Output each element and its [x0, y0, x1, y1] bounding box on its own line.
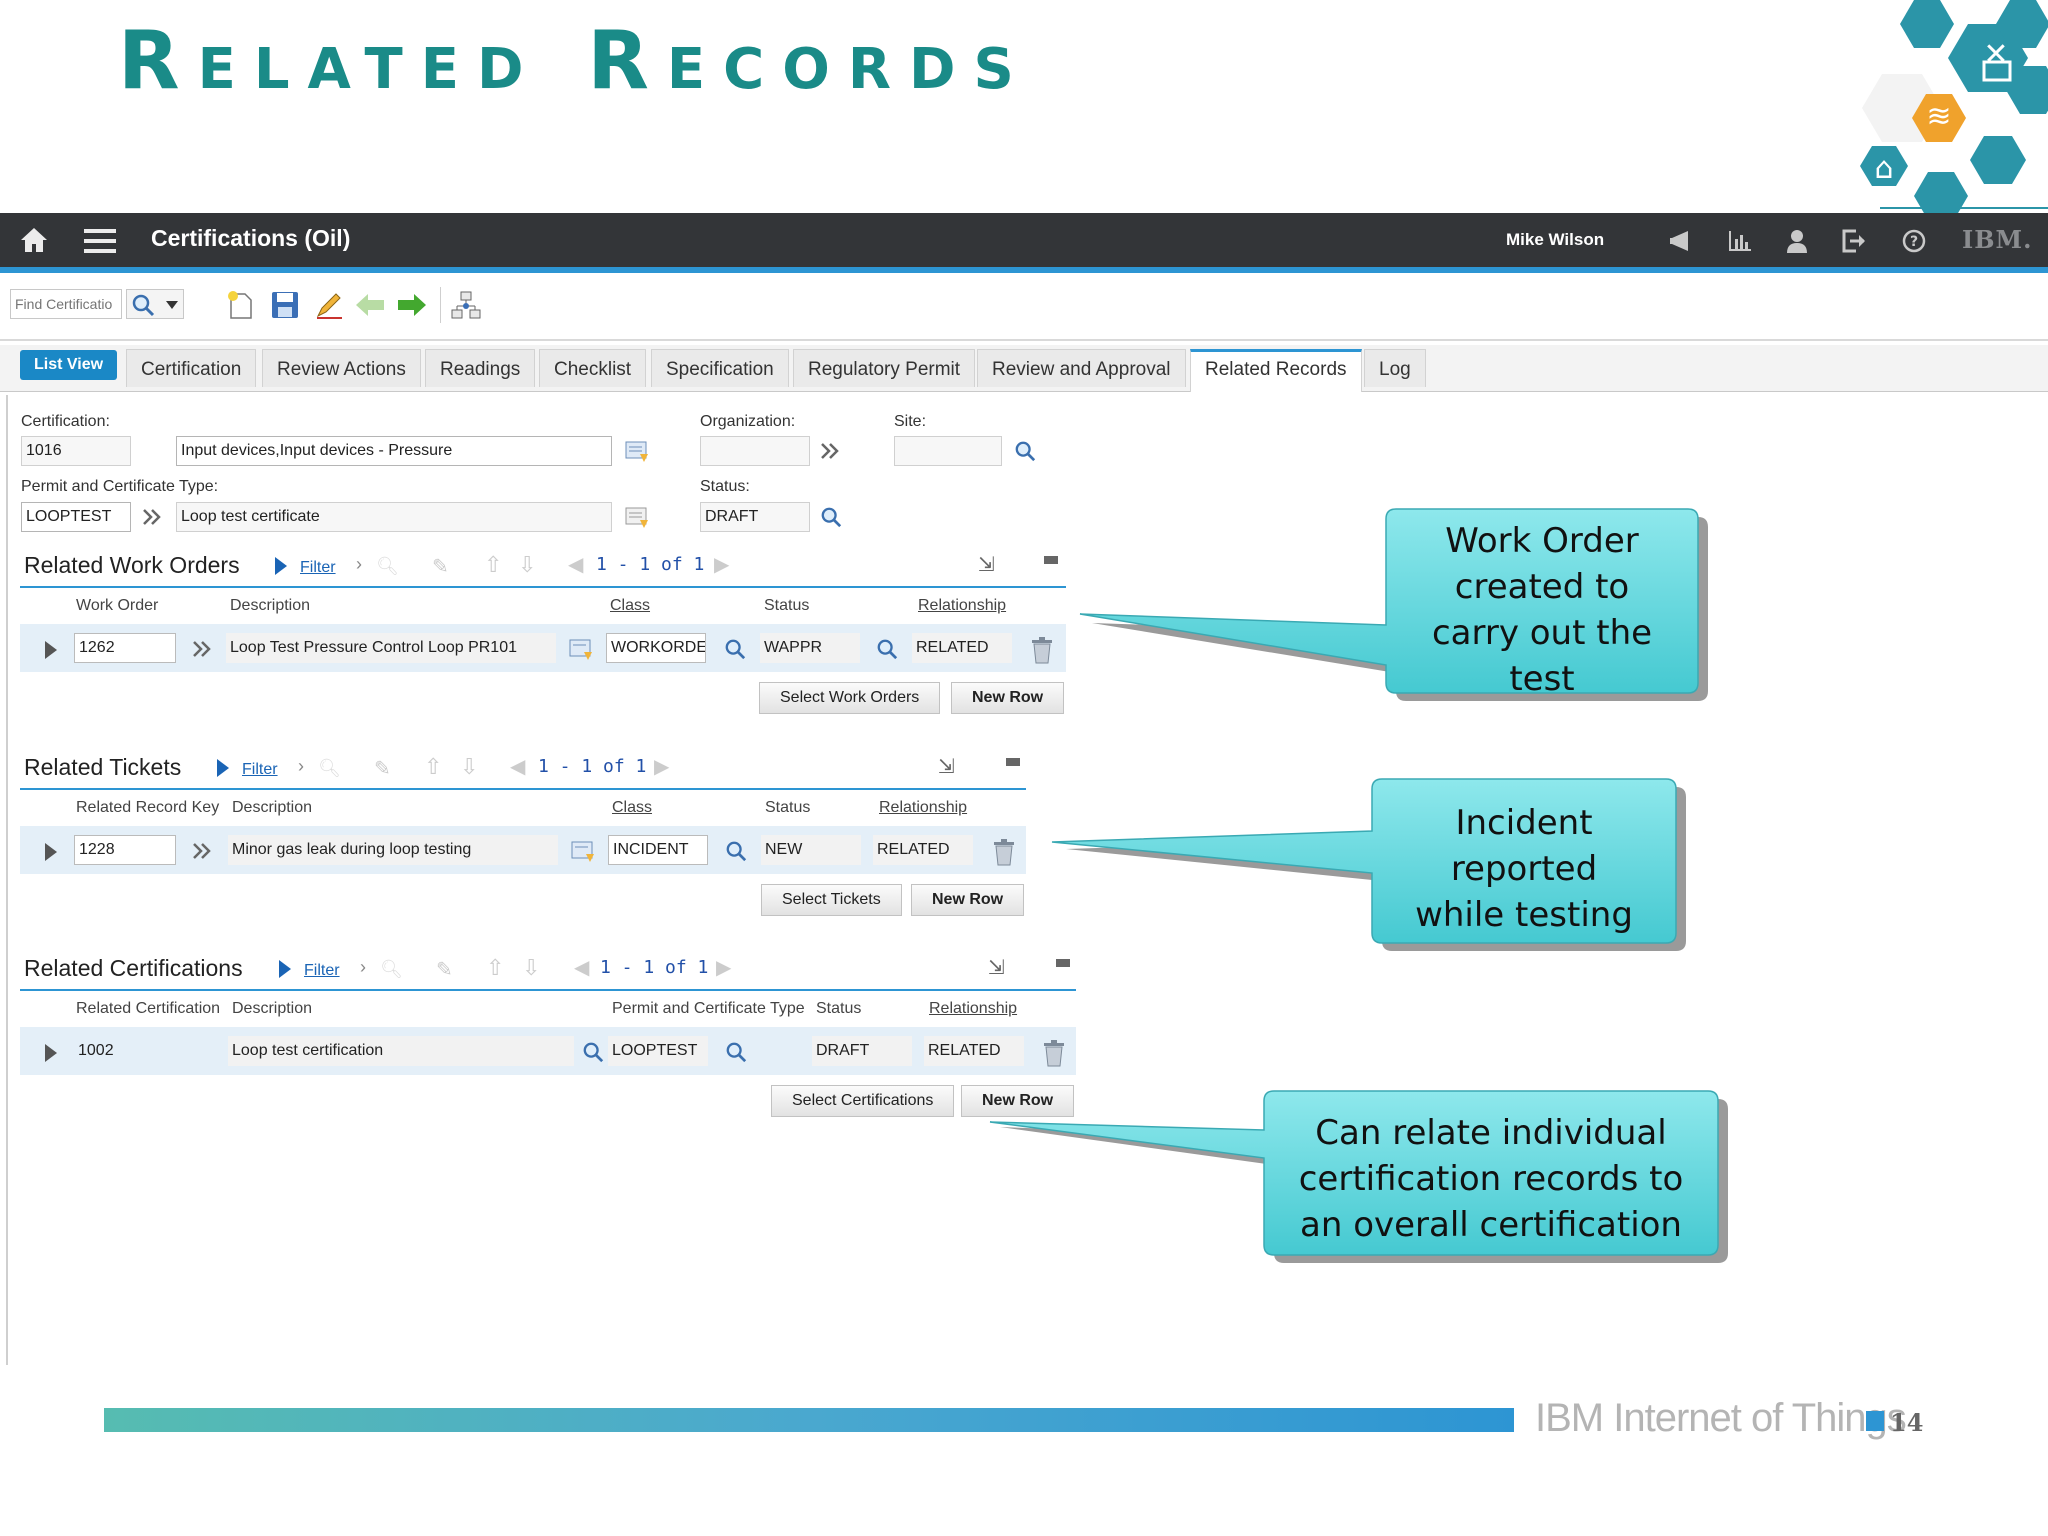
- callout-line: created to: [1454, 567, 1630, 607]
- footer-gradient-bar: [104, 1408, 1514, 1432]
- callout-line: Work Order: [1445, 521, 1639, 561]
- callout-line: Incident: [1455, 803, 1593, 843]
- footer-square-icon: [1866, 1411, 1884, 1431]
- callout-line: test: [1509, 659, 1575, 699]
- footer-brand: IBM Internet of Things: [1535, 1396, 1907, 1440]
- callout-certification-text: Can relate individual certification reco…: [1264, 1110, 1718, 1248]
- callout-line: while testing: [1415, 895, 1633, 935]
- callout-line: reported: [1450, 849, 1598, 889]
- callout-line: certification records to: [1298, 1159, 1684, 1199]
- callout-work-order-text: Work Order created to carry out the test: [1386, 518, 1698, 702]
- callout-shapes: [989, 508, 1728, 1263]
- callout-incident-text: Incident reported while testing: [1372, 800, 1676, 938]
- callout-line: an overall certification: [1300, 1205, 1682, 1245]
- callout-line: carry out the: [1431, 613, 1653, 653]
- callout-line: Can relate individual: [1315, 1113, 1667, 1153]
- page-number: 14: [1890, 1408, 1924, 1437]
